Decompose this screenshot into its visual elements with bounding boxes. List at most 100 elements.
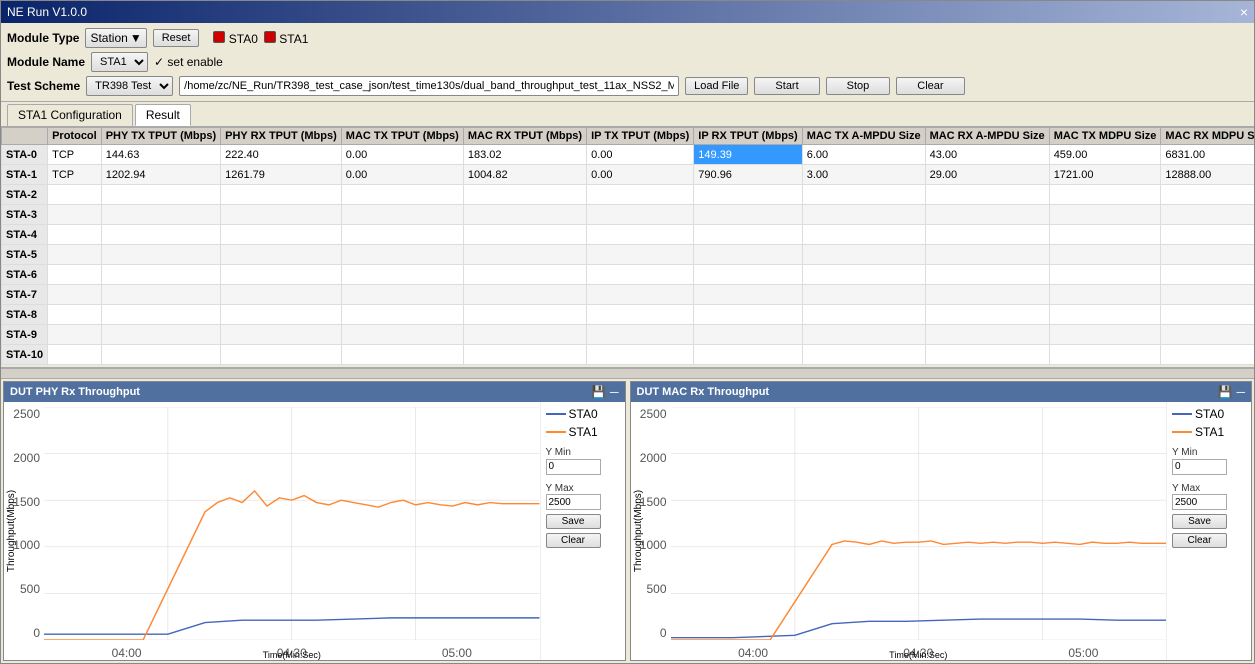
table-cell: [341, 345, 463, 365]
table-cell: [463, 325, 586, 345]
chart-phy-svg: [44, 407, 540, 640]
table-cell: STA-4: [2, 225, 48, 245]
chart-phy-sidebar: STA0 STA1 Y Min Y Max: [540, 402, 625, 660]
chart-mac-header: DUT MAC Rx Throughput 💾 ─: [631, 382, 1252, 402]
table-cell: TCP: [48, 145, 102, 165]
tab-result[interactable]: Result: [135, 104, 191, 126]
table-cell: [101, 185, 220, 205]
table-cell: 149.39: [694, 145, 802, 165]
reset-button[interactable]: Reset: [153, 29, 200, 47]
file-path-input[interactable]: [179, 76, 679, 96]
table-cell: [925, 245, 1049, 265]
stop-button[interactable]: Stop: [826, 77, 891, 95]
data-table-container[interactable]: Protocol PHY TX TPUT (Mbps) PHY RX TPUT …: [1, 127, 1254, 368]
close-button[interactable]: ×: [1240, 4, 1248, 20]
table-header-row: Protocol PHY TX TPUT (Mbps) PHY RX TPUT …: [2, 128, 1255, 145]
module-type-dropdown[interactable]: Station ▼: [85, 28, 146, 48]
chart-phy-minimize-icon[interactable]: ─: [610, 385, 619, 399]
chart-mac-save-icon[interactable]: 💾: [1218, 385, 1233, 399]
col-header-iprx: IP RX TPUT (Mbps): [694, 128, 802, 145]
table-cell: [694, 205, 802, 225]
table-cell: [1049, 185, 1161, 205]
test-scheme-select[interactable]: TR398 Test: [86, 76, 173, 96]
table-cell: [802, 245, 925, 265]
table-cell: [694, 285, 802, 305]
table-cell: [694, 185, 802, 205]
table-cell: [1161, 345, 1254, 365]
chart-mac-clear-button[interactable]: Clear: [1172, 533, 1227, 548]
col-header-macrx: MAC RX TPUT (Mbps): [463, 128, 586, 145]
table-cell: STA-6: [2, 265, 48, 285]
table-cell: [221, 345, 342, 365]
table-cell: [48, 185, 102, 205]
chart-mac-minimize-icon[interactable]: ─: [1236, 385, 1245, 399]
table-cell: [802, 305, 925, 325]
table-cell: [1049, 245, 1161, 265]
table-cell: 222.40: [221, 145, 342, 165]
table-row: STA-7: [2, 285, 1255, 305]
load-file-button[interactable]: Load File: [685, 77, 748, 95]
col-header-mactx: MAC TX TPUT (Mbps): [341, 128, 463, 145]
module-name-select[interactable]: STA1: [91, 52, 148, 72]
table-cell: [341, 205, 463, 225]
col-header-mactxampdu: MAC TX A-MPDU Size: [802, 128, 925, 145]
col-header-protocol: Protocol: [48, 128, 102, 145]
toolbar-row-3: Test Scheme TR398 Test Load File Start S…: [7, 74, 1248, 98]
table-cell: 3.00: [802, 165, 925, 185]
toolbar-row-1: Module Type Station ▼ Reset STA0 STA1: [7, 26, 1248, 50]
table-cell: [1049, 225, 1161, 245]
chart-phy-ymax-input[interactable]: [546, 494, 601, 510]
chart-phy-save-icon[interactable]: 💾: [591, 385, 606, 399]
col-header-id: [2, 128, 48, 145]
table-cell: [1161, 325, 1254, 345]
table-cell: [587, 265, 694, 285]
chart-phy-save-button[interactable]: Save: [546, 514, 601, 529]
table-cell: [694, 325, 802, 345]
test-scheme-label: Test Scheme: [7, 79, 80, 93]
table-cell: STA-3: [2, 205, 48, 225]
table-cell: [101, 245, 220, 265]
table-cell: [1161, 245, 1254, 265]
chart-phy-ymin-input[interactable]: [546, 459, 601, 475]
table-cell: [463, 305, 586, 325]
table-cell: [48, 205, 102, 225]
table-cell: [925, 325, 1049, 345]
chart-mac-ymin-input[interactable]: [1172, 459, 1227, 475]
table-cell: [1161, 285, 1254, 305]
table-cell: [221, 265, 342, 285]
table-cell: [48, 225, 102, 245]
table-cell: [925, 305, 1049, 325]
table-cell: 1721.00: [1049, 165, 1161, 185]
table-cell: [101, 325, 220, 345]
table-cell: 1261.79: [221, 165, 342, 185]
set-enable-checkbox-label: ✓ set enable: [154, 55, 223, 69]
horizontal-scrollbar[interactable]: [1, 368, 1254, 378]
table-cell: 0.00: [341, 145, 463, 165]
table-cell: [802, 205, 925, 225]
clear-button[interactable]: Clear: [896, 77, 964, 95]
toolbar-row-2: Module Name STA1 ✓ set enable: [7, 50, 1248, 74]
table-cell: [221, 185, 342, 205]
table-row: STA-10: [2, 345, 1255, 365]
table-cell: [48, 245, 102, 265]
chart-phy-clear-button[interactable]: Clear: [546, 533, 601, 548]
chart-mac-svg-container: [671, 407, 1167, 640]
table-cell: [48, 345, 102, 365]
table-cell: [802, 345, 925, 365]
table-cell: [101, 205, 220, 225]
table-cell: 790.96: [694, 165, 802, 185]
table-row: STA-6: [2, 265, 1255, 285]
tabs-bar: STA1 Configuration Result: [1, 102, 1254, 127]
chart-mac-save-button[interactable]: Save: [1172, 514, 1227, 529]
table-cell: [101, 345, 220, 365]
main-window: NE Run V1.0.0 × Module Type Station ▼ Re…: [0, 0, 1255, 664]
table-cell: [48, 265, 102, 285]
table-cell: [587, 245, 694, 265]
col-header-phytx: PHY TX TPUT (Mbps): [101, 128, 220, 145]
tab-configuration[interactable]: STA1 Configuration: [7, 104, 133, 126]
table-cell: 0.00: [587, 165, 694, 185]
start-button[interactable]: Start: [754, 77, 819, 95]
chart-mac-ymax-input[interactable]: [1172, 494, 1227, 510]
table-cell: [925, 225, 1049, 245]
table-cell: [587, 205, 694, 225]
